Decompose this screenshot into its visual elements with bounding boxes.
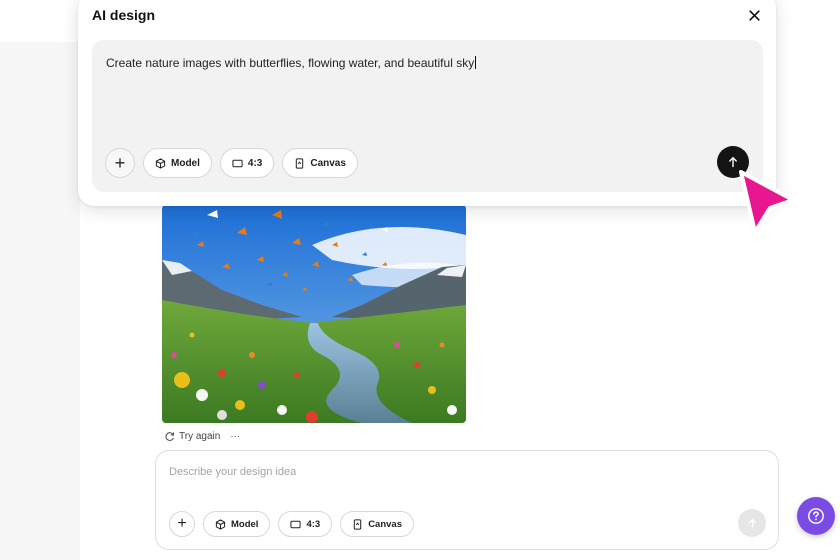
try-again-label: Try again xyxy=(179,430,221,442)
arrow-up-icon xyxy=(729,156,737,168)
composer-send-button[interactable] xyxy=(738,509,766,537)
rectangle-icon xyxy=(232,159,243,167)
dialog-ratio-chip[interactable]: 4:3 xyxy=(219,148,275,178)
more-options-button[interactable]: ··· xyxy=(230,431,240,442)
dialog-ratio-label: 4:3 xyxy=(247,157,263,169)
close-button[interactable] xyxy=(746,7,762,23)
dialog-add-button[interactable]: + xyxy=(105,148,135,178)
plus-icon: + xyxy=(114,153,126,173)
composer-model-label: Model xyxy=(231,518,259,530)
composer-canvas-chip[interactable]: Canvas xyxy=(340,511,414,537)
design-idea-composer: Describe your design idea + Model 4:3 Ca… xyxy=(155,450,779,550)
dialog-options: + Model 4:3 Canvas xyxy=(105,148,358,178)
composer-model-chip[interactable]: Model xyxy=(203,511,271,537)
question-mark-icon xyxy=(808,508,824,524)
dialog-model-chip[interactable]: Model xyxy=(143,148,212,178)
composer-ratio-label: 4:3 xyxy=(306,518,321,530)
arrow-up-icon xyxy=(748,518,756,528)
text-caret xyxy=(475,56,477,69)
dialog-model-label: Model xyxy=(171,157,200,169)
mouse-cursor-icon xyxy=(737,168,799,240)
image-actions: Try again ··· xyxy=(164,429,240,443)
cube-icon xyxy=(215,518,226,530)
help-button[interactable] xyxy=(797,497,835,535)
generated-image[interactable] xyxy=(162,205,466,423)
dialog-canvas-chip[interactable]: Canvas xyxy=(282,148,358,178)
refresh-icon xyxy=(165,431,175,441)
plus-icon: + xyxy=(177,515,187,532)
canvas-icon xyxy=(296,157,304,169)
composer-input[interactable]: Describe your design idea xyxy=(169,466,296,478)
dialog-title: AI design xyxy=(92,7,156,23)
composer-canvas-label: Canvas xyxy=(368,518,402,530)
cube-icon xyxy=(155,157,166,169)
try-again-button[interactable]: Try again xyxy=(164,431,220,442)
composer-options: + Model 4:3 Canvas xyxy=(169,511,414,537)
composer-ratio-chip[interactable]: 4:3 xyxy=(278,511,333,537)
canvas-icon xyxy=(353,518,362,530)
composer-add-button[interactable]: + xyxy=(169,511,195,537)
butterfly-landscape-image xyxy=(162,205,466,423)
dialog-canvas-label: Canvas xyxy=(310,157,346,169)
rectangle-icon xyxy=(290,520,302,528)
prompt-box: Create nature images with butterflies, f… xyxy=(92,40,763,192)
prompt-input-text: Create nature images with butterflies, f… xyxy=(106,56,475,70)
prompt-input[interactable]: Create nature images with butterflies, f… xyxy=(106,56,477,70)
close-icon xyxy=(748,9,760,21)
ai-design-dialog: AI design Create nature images with butt… xyxy=(78,0,776,206)
